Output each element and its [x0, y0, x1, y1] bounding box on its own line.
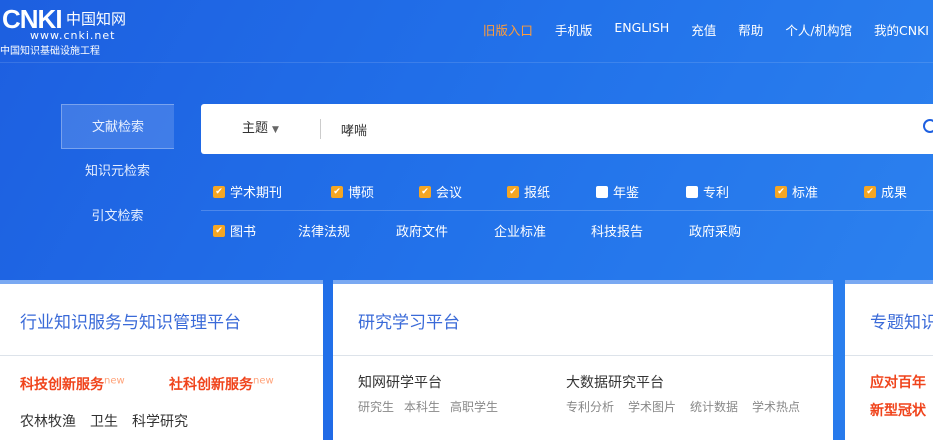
nav-personal-institution[interactable]: 个人/机构馆: [785, 20, 852, 39]
link-tech-innovation[interactable]: 科技创新服务: [20, 377, 104, 393]
checkbox-achievements[interactable]: ✔ 成果: [864, 182, 907, 201]
nav-old-entry[interactable]: 旧版入口: [483, 20, 533, 39]
link-social-innovation[interactable]: 社科创新服务: [169, 377, 253, 393]
search-field-select[interactable]: 主题 ▼: [201, 119, 321, 139]
top-nav: 旧版入口 手机版 ENGLISH 充值 帮助 个人/机构馆 我的CNKI: [483, 20, 929, 39]
checkbox-books[interactable]: ✔ 图书: [213, 221, 298, 240]
database-checkboxes: ✔ 学术期刊 ✔ 博硕 ✔ 会议 ✔ 报纸 年鉴 专利 ✔ 标准 ✔ 成果: [213, 182, 907, 201]
logo-cn: 中国知网: [66, 8, 126, 29]
checkbox-icon: [686, 186, 698, 198]
chevron-down-icon: ▼: [272, 125, 279, 135]
link-statistics[interactable]: 统计数据: [690, 398, 738, 415]
checkbox-icon: ✔: [775, 186, 787, 198]
link-gov-documents[interactable]: 政府文件: [396, 221, 494, 240]
database-links: ✔ 图书 法律法规 政府文件 企业标准 科技报告 政府采购: [213, 221, 741, 240]
card-research-learning: 研究学习平台 知网研学平台 研究生 本科生 高职学生 大数据研究平台 专利分析 …: [333, 280, 833, 440]
checkbox-label: 专利: [703, 182, 729, 201]
link-graduate[interactable]: 研究生: [358, 398, 394, 415]
link-academic-hotspots[interactable]: 学术热点: [752, 398, 800, 415]
nav-english[interactable]: ENGLISH: [614, 20, 669, 39]
new-badge: new: [104, 375, 125, 386]
checkbox-theses[interactable]: ✔ 博硕: [331, 182, 419, 201]
checkbox-patents[interactable]: 专利: [686, 182, 775, 201]
search-type-tabs: 文献检索 知识元检索 引文检索: [61, 104, 174, 239]
link-enterprise-standards[interactable]: 企业标准: [494, 221, 591, 240]
industry-links[interactable]: 农林牧渔 卫生 科学研究: [20, 411, 188, 431]
checkbox-label: 博硕: [348, 182, 374, 201]
link-tech-reports[interactable]: 科技报告: [591, 221, 689, 240]
checkbox-icon: ✔: [507, 186, 519, 198]
checkbox-yearbooks[interactable]: 年鉴: [596, 182, 686, 201]
checkbox-label: 会议: [436, 182, 462, 201]
checkbox-label: 报纸: [524, 182, 550, 201]
nav-my-cnki[interactable]: 我的CNKI: [874, 20, 929, 39]
search-field-label: 主题: [242, 121, 268, 136]
checkbox-icon: ✔: [864, 186, 876, 198]
search-icon[interactable]: [923, 119, 933, 133]
search-input[interactable]: 哮喘: [341, 120, 367, 139]
link-undergraduate[interactable]: 本科生: [404, 398, 440, 415]
card-title: 行业知识服务与知识管理平台: [0, 284, 323, 356]
checkbox-icon: [596, 186, 608, 198]
tab-literature-search[interactable]: 文献检索: [61, 104, 174, 149]
link-vocational[interactable]: 高职学生: [450, 398, 498, 415]
new-badge: new: [253, 375, 274, 386]
nav-mobile[interactable]: 手机版: [555, 20, 593, 39]
link-academic-images[interactable]: 学术图片: [628, 398, 676, 415]
checkbox-icon: ✔: [213, 186, 225, 198]
card-industry-knowledge: 行业知识服务与知识管理平台 科技创新服务new 社科创新服务new 农林牧渔 卫…: [0, 280, 323, 440]
link-big-data-research[interactable]: 大数据研究平台: [566, 372, 664, 392]
checkbox-journals[interactable]: ✔ 学术期刊: [213, 182, 331, 201]
checkbox-newspapers[interactable]: ✔ 报纸: [507, 182, 596, 201]
search-box: 主题 ▼ 哮喘: [201, 104, 933, 154]
tab-knowledge-element-search[interactable]: 知识元检索: [61, 149, 174, 194]
link-laws[interactable]: 法律法规: [298, 221, 396, 240]
checkbox-label: 标准: [792, 182, 818, 201]
checkbox-icon: ✔: [331, 186, 343, 198]
nav-help[interactable]: 帮助: [738, 20, 763, 39]
header-divider: [0, 62, 933, 63]
logo-subtitle: 中国知识基础设施工程: [0, 42, 100, 57]
link-cnki-research[interactable]: 知网研学平台: [358, 372, 442, 392]
card-title: 专题知识: [845, 284, 933, 356]
checkbox-icon: ✔: [419, 186, 431, 198]
checkbox-standards[interactable]: ✔ 标准: [775, 182, 864, 201]
checkbox-label: 年鉴: [613, 182, 639, 201]
topic-link-2[interactable]: 新型冠状: [870, 400, 926, 420]
link-patent-analysis[interactable]: 专利分析: [566, 398, 614, 415]
nav-recharge[interactable]: 充值: [691, 20, 716, 39]
checkbox-divider: [201, 210, 933, 211]
link-gov-procurement[interactable]: 政府采购: [689, 221, 741, 240]
logo-url: www.cnki.net: [30, 29, 115, 42]
checkbox-label: 成果: [881, 182, 907, 201]
tab-citation-search[interactable]: 引文检索: [61, 194, 174, 239]
card-topic-knowledge: 专题知识 应对百年 新型冠状: [845, 280, 933, 440]
cnki-logo[interactable]: CNKI 中国知网 www.cnki.net 中国知识基础设施工程: [0, 4, 140, 54]
checkbox-icon: ✔: [213, 225, 225, 237]
topic-link-1[interactable]: 应对百年: [870, 372, 926, 392]
checkbox-conferences[interactable]: ✔ 会议: [419, 182, 507, 201]
checkbox-label: 图书: [230, 221, 256, 240]
checkbox-label: 学术期刊: [230, 182, 282, 201]
card-title: 研究学习平台: [333, 284, 833, 356]
